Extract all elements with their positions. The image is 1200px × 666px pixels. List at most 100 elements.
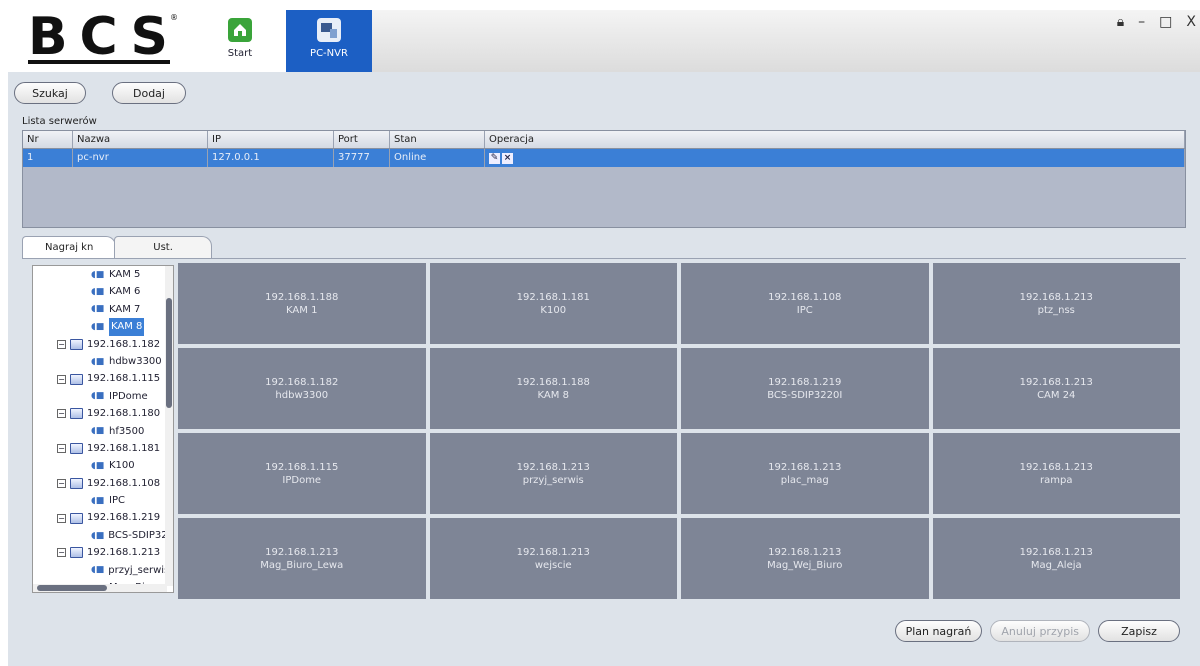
- scroll-thumb[interactable]: [37, 585, 107, 591]
- tab-settings[interactable]: Ust.: [114, 236, 212, 258]
- tree-horizontal-scrollbar[interactable]: [33, 584, 167, 592]
- svg-text:BCS: BCS: [28, 10, 168, 66]
- collapse-icon[interactable]: −: [57, 513, 66, 523]
- channel-cell[interactable]: 192.168.1.213 Mag_Biuro_Lewa: [178, 518, 426, 599]
- cancel-assignment-button[interactable]: Anuluj przypis: [990, 620, 1090, 642]
- camera-icon: ◖■: [91, 495, 105, 506]
- record-panel: ◖■ KAM 5 ◖■ KAM 6 ◖■ KAM 7 ◖■ KAM 8 − 192.168.1.1…: [22, 258, 1186, 658]
- tree-device-node[interactable]: − 192.168.1.180: [33, 405, 167, 422]
- channel-name: plac_mag: [780, 474, 829, 486]
- channel-name: K100: [540, 304, 567, 316]
- delete-icon[interactable]: ×: [502, 152, 513, 164]
- table-row[interactable]: 1 pc-nvr 127.0.0.1 37777 Online ✎ ×: [23, 149, 1185, 167]
- edit-icon[interactable]: ✎: [489, 152, 500, 164]
- tree-device-node[interactable]: − 192.168.1.181: [33, 440, 167, 457]
- channel-name: Mag_Biuro_Lewa: [260, 559, 344, 571]
- maximize-button[interactable]: □: [1159, 14, 1172, 30]
- camera-icon: ◖■: [91, 287, 105, 298]
- server-table: Nr Nazwa IP Port Stan Operacja 1 pc-nvr …: [22, 130, 1186, 228]
- channel-cell[interactable]: 192.168.1.182 hdbw3300: [178, 348, 426, 429]
- collapse-icon[interactable]: −: [57, 548, 66, 558]
- collapse-icon[interactable]: −: [57, 444, 66, 454]
- collapse-icon[interactable]: −: [57, 374, 66, 384]
- channel-ip: 192.168.1.213: [1019, 461, 1093, 473]
- app-window: BCS ® Start PC-NVR 🔒︎ – □ X Szukaj Dodaj…: [0, 0, 1200, 666]
- tree-vertical-scrollbar[interactable]: [165, 266, 173, 586]
- channel-ip: 192.168.1.188: [265, 291, 339, 303]
- col-operation[interactable]: Operacja: [485, 131, 1185, 148]
- tree-node-label: 192.168.1.213: [87, 547, 161, 559]
- lock-icon[interactable]: 🔒︎: [1117, 14, 1124, 30]
- col-ip[interactable]: IP: [208, 131, 334, 148]
- channel-ip: 192.168.1.115: [265, 461, 339, 473]
- tree-camera-node[interactable]: ◖■ IPC: [33, 492, 167, 509]
- scroll-thumb[interactable]: [166, 298, 172, 408]
- col-state[interactable]: Stan: [390, 131, 485, 148]
- tree-camera-node[interactable]: ◖■ KAM 7: [33, 301, 167, 318]
- channel-cell[interactable]: 192.168.1.213 Mag_Aleja: [932, 518, 1180, 599]
- tree-camera-node[interactable]: ◖■ IPDome: [33, 388, 167, 405]
- save-button[interactable]: Zapisz: [1098, 620, 1180, 642]
- channel-cell[interactable]: 192.168.1.213 ptz_nss: [932, 263, 1180, 344]
- camera-icon: ◖■: [91, 426, 105, 437]
- tree-camera-node[interactable]: ◖■ hf3500: [33, 423, 167, 440]
- channel-name: KAM 8: [537, 389, 569, 401]
- channel-cell[interactable]: 192.168.1.213 CAM 24: [932, 348, 1180, 429]
- tree-device-node[interactable]: − 192.168.1.108: [33, 475, 167, 492]
- tree-camera-node[interactable]: ◖■ BCS-SDIP32: [33, 527, 167, 544]
- tree-camera-node[interactable]: ◖■ hdbw3300: [33, 353, 167, 370]
- title-strip: [372, 10, 1200, 72]
- col-name[interactable]: Nazwa: [73, 131, 208, 148]
- tree-node-label: 192.168.1.180: [87, 408, 161, 420]
- channel-cell[interactable]: 192.168.1.115 IPDome: [178, 433, 426, 514]
- channel-cell[interactable]: 192.168.1.219 BCS-SDIP3220I: [681, 348, 929, 429]
- channel-name: ptz_nss: [1037, 304, 1075, 316]
- tree-device-node[interactable]: − 192.168.1.213: [33, 544, 167, 561]
- tree-device-node[interactable]: − 192.168.1.115: [33, 370, 167, 387]
- channel-cell[interactable]: 192.168.1.188 KAM 8: [429, 348, 677, 429]
- tree-camera-node[interactable]: ◖■ KAM 5: [33, 266, 167, 283]
- tab-pc-nvr[interactable]: PC-NVR: [286, 10, 372, 72]
- channel-cell[interactable]: 192.168.1.213 przyj_serwis: [429, 433, 677, 514]
- tab-record[interactable]: Nagraj kn: [22, 236, 117, 258]
- close-button[interactable]: X: [1186, 14, 1196, 30]
- channel-ip: 192.168.1.213: [1019, 376, 1093, 388]
- col-nr[interactable]: Nr: [23, 131, 73, 148]
- tree-camera-node[interactable]: ◖■ K100: [33, 457, 167, 474]
- bcs-logo: BCS ®: [28, 10, 178, 66]
- main-panel: Szukaj Dodaj Lista serwerów Nr Nazwa IP …: [8, 72, 1200, 666]
- window-controls: 🔒︎ – □ X: [1117, 14, 1196, 30]
- tree-node-label: 192.168.1.115: [87, 373, 161, 385]
- channel-cell[interactable]: 192.168.1.213 rampa: [932, 433, 1180, 514]
- schedule-button[interactable]: Plan nagrań: [894, 620, 983, 642]
- tree-camera-node[interactable]: ◖■ KAM 6: [33, 283, 167, 300]
- tree-camera-node[interactable]: ◖■ przyj_serwis: [33, 562, 167, 579]
- col-port[interactable]: Port: [334, 131, 390, 148]
- tree-node-label: IPC: [109, 495, 125, 507]
- tab-start[interactable]: Start: [210, 10, 270, 72]
- collapse-icon[interactable]: −: [57, 478, 66, 488]
- channel-cell[interactable]: 192.168.1.213 plac_mag: [681, 433, 929, 514]
- tree-device-node[interactable]: − 192.168.1.219: [33, 509, 167, 526]
- channel-cell[interactable]: 192.168.1.108 IPC: [681, 263, 929, 344]
- channel-cell[interactable]: 192.168.1.213 wejscie: [429, 518, 677, 599]
- tab-pc-nvr-label: PC-NVR: [310, 48, 348, 59]
- channel-cell[interactable]: 192.168.1.188 KAM 1: [178, 263, 426, 344]
- channel-cell[interactable]: 192.168.1.181 K100: [429, 263, 677, 344]
- add-button[interactable]: Dodaj: [112, 82, 186, 104]
- minimize-button[interactable]: –: [1138, 14, 1145, 30]
- channel-name: przyj_serwis: [522, 474, 584, 486]
- tree-device-node[interactable]: − 192.168.1.182: [33, 336, 167, 353]
- device-icon: [70, 338, 83, 350]
- tab-start-label: Start: [227, 48, 253, 59]
- search-button[interactable]: Szukaj: [14, 82, 86, 104]
- device-icon: [70, 512, 83, 524]
- camera-icon: ◖■: [91, 460, 105, 471]
- channel-ip: 192.168.1.213: [1019, 291, 1093, 303]
- collapse-icon[interactable]: −: [57, 339, 66, 349]
- channel-cell[interactable]: 192.168.1.213 Mag_Wej_Biuro: [681, 518, 929, 599]
- tree-camera-node[interactable]: ◖■ KAM 8: [33, 318, 167, 336]
- camera-icon: ◖■: [91, 304, 105, 315]
- collapse-icon[interactable]: −: [57, 409, 66, 419]
- server-list-title: Lista serwerów: [22, 116, 97, 127]
